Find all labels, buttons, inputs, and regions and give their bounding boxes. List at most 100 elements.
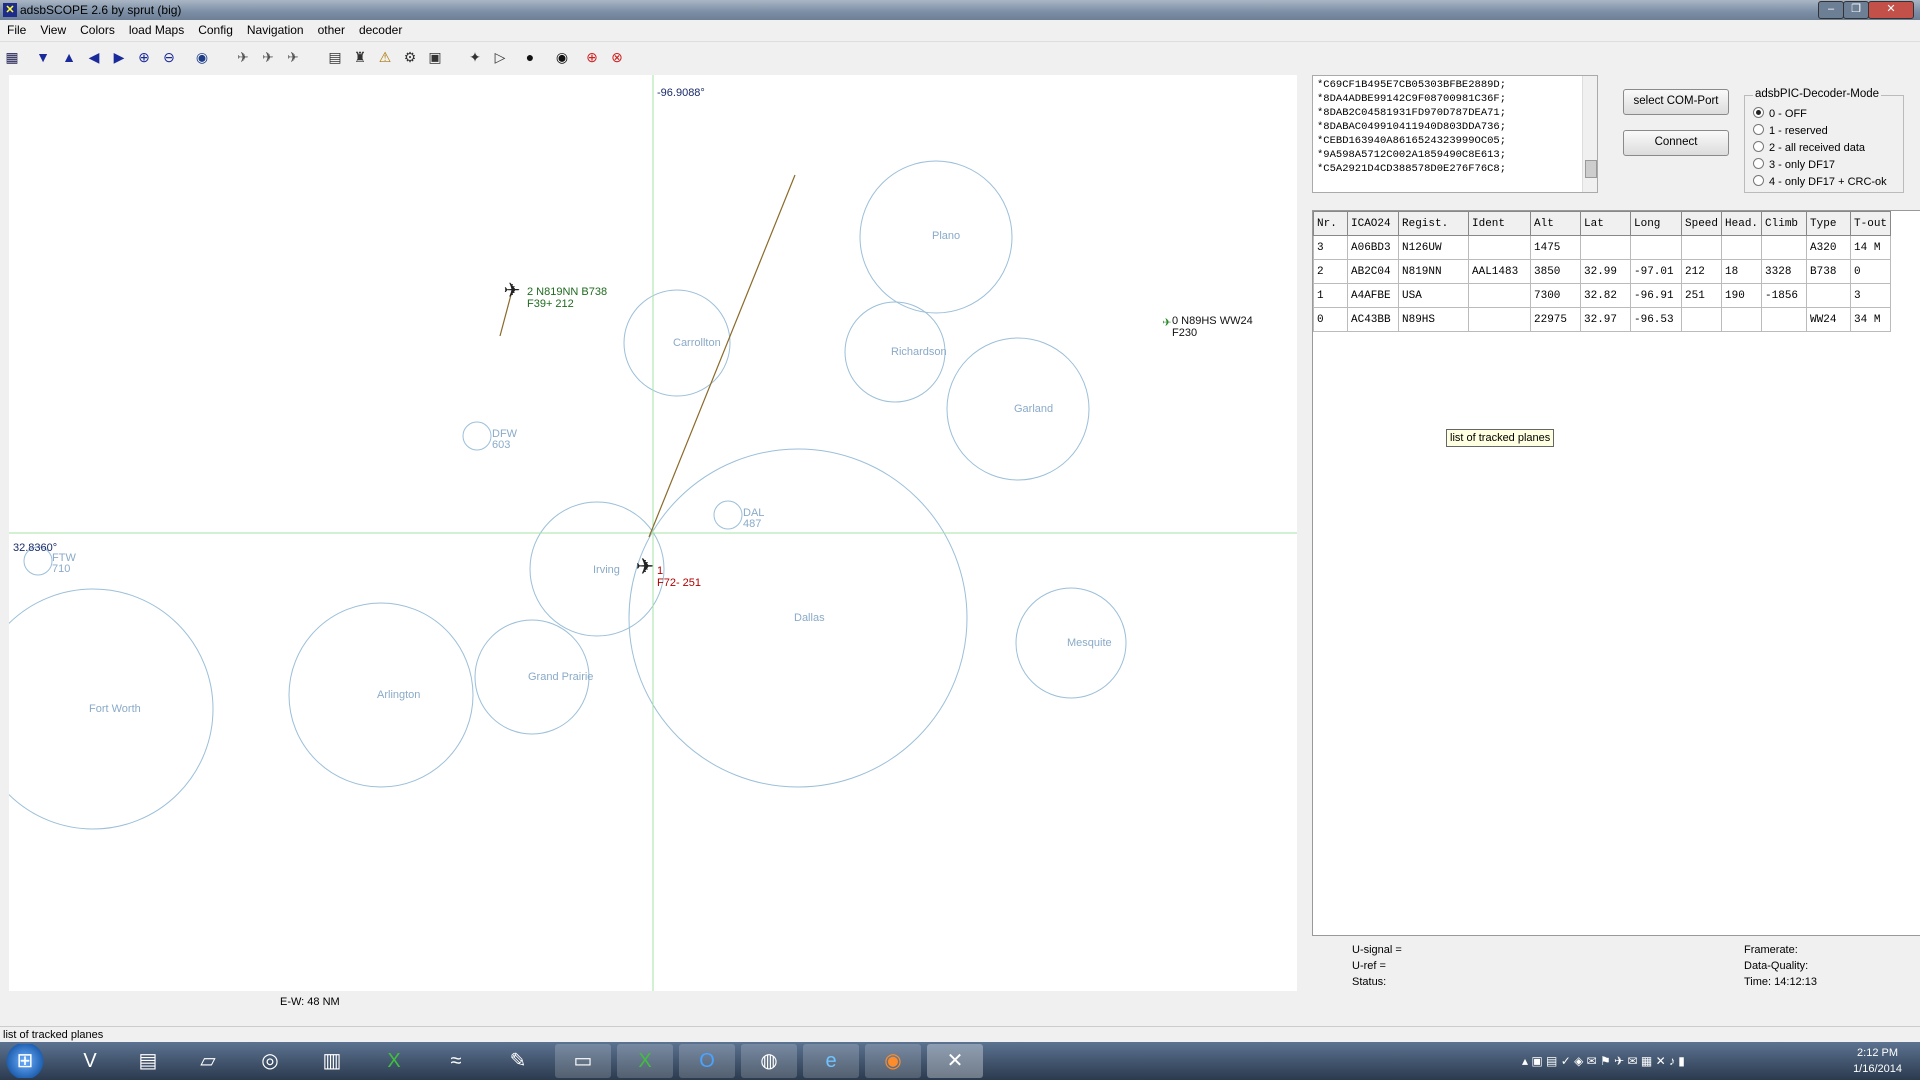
menu-other[interactable]: other: [311, 20, 352, 39]
table-icon[interactable]: ▦: [2, 47, 22, 67]
zoom-out-icon[interactable]: ⊖: [159, 47, 179, 67]
plane-2-label[interactable]: 2 N819NN B738 F39+ 212: [527, 286, 607, 310]
select-com-port-button[interactable]: select COM-Port: [1623, 89, 1729, 115]
airport-circle-dal: [713, 500, 743, 530]
planes-label-icon[interactable]: ✈: [283, 47, 303, 67]
maximize-button[interactable]: ❐: [1843, 1, 1869, 19]
column-header[interactable]: Nr.: [1313, 211, 1348, 236]
table-cell: [1468, 307, 1531, 332]
table-cell: N819NN: [1398, 259, 1469, 284]
feather-app-icon[interactable]: ✎: [490, 1044, 546, 1078]
network-tool-icon[interactable]: ◍: [741, 1044, 797, 1078]
start-button[interactable]: ⊞: [0, 1044, 50, 1078]
media-app-icon[interactable]: ◎: [242, 1044, 298, 1078]
scrollbar-thumb[interactable]: [1585, 160, 1597, 178]
arrow-down-icon[interactable]: ▼: [33, 47, 53, 67]
tray-icons[interactable]: ▴ ▣ ▤ ✓ ◈ ✉ ⚑ ✈ ✉ ▦ ✕ ♪ ▮: [1522, 1054, 1685, 1068]
menu-load-maps[interactable]: load Maps: [122, 20, 191, 39]
raw-message-log[interactable]: *C69CF1B495E7CB05303BFBE2889D; *8DA4ADBE…: [1312, 75, 1598, 193]
radar-map[interactable]: ✈ ✈ ✈ -96.9088° 32.8360° Plano Carrollto…: [9, 75, 1297, 991]
window-app-icon[interactable]: ▥: [304, 1044, 360, 1078]
decoder-mode-legend: adsbPIC-Decoder-Mode: [1753, 88, 1882, 100]
table-cell: [1721, 307, 1763, 332]
column-header[interactable]: Alt: [1530, 211, 1581, 236]
column-header[interactable]: Long: [1630, 211, 1682, 236]
column-header[interactable]: T-out: [1850, 211, 1892, 236]
menu-decoder[interactable]: decoder: [352, 20, 409, 39]
column-header[interactable]: Regist.: [1398, 211, 1469, 236]
table-cell: 0: [1313, 307, 1348, 332]
tracked-planes-table[interactable]: Nr. ICAO24 Regist. Ident Alt Lat Long Sp…: [1312, 210, 1920, 936]
plane-0-label[interactable]: 0 N89HS WW24 F230: [1172, 315, 1253, 339]
excel-window-icon[interactable]: X: [617, 1044, 673, 1078]
menu-file[interactable]: File: [0, 20, 33, 39]
map-canvas: ✈ ✈ ✈: [9, 75, 1297, 991]
internet-explorer-icon[interactable]: e: [803, 1044, 859, 1078]
table-row[interactable]: 0 AC43BB N89HS 22975 32.97 -96.53 WW24 34 M: [1313, 307, 1892, 332]
planes-filter-icon[interactable]: ✈: [258, 47, 278, 67]
network-app-icon[interactable]: ▤: [120, 1044, 176, 1078]
close-button[interactable]: ✕: [1868, 1, 1914, 19]
decoder-mode-option-0[interactable]: 0 - OFF: [1753, 107, 1807, 120]
monitor-icon[interactable]: ▣: [425, 47, 445, 67]
column-header[interactable]: Climb: [1761, 211, 1808, 236]
globe-icon[interactable]: ◉: [192, 47, 212, 67]
arrow-left-icon[interactable]: ◀: [84, 47, 104, 67]
decoder-mode-option-2[interactable]: 2 - all received data: [1753, 141, 1865, 154]
column-header[interactable]: Head.: [1721, 211, 1763, 236]
airport-elevation: 710: [52, 563, 71, 575]
column-header[interactable]: Type: [1806, 211, 1852, 236]
notes-app-icon[interactable]: ▱: [180, 1044, 236, 1078]
warning-icon[interactable]: ⚠: [375, 47, 395, 67]
crosshair-icon[interactable]: ⊗: [607, 47, 627, 67]
menu-view[interactable]: View: [33, 20, 73, 39]
table-row[interactable]: 1 A4AFBE USA 7300 32.82 -96.91 251 190 -1856 3: [1313, 283, 1892, 308]
plane-1-label[interactable]: 1 F72- 251: [657, 565, 701, 589]
table-cell: 1: [1313, 283, 1348, 308]
menu-colors[interactable]: Colors: [73, 20, 122, 39]
arrow-right-icon[interactable]: ▶: [109, 47, 129, 67]
clock-date: 1/16/2014: [1853, 1063, 1902, 1075]
adsbscope-task-icon[interactable]: ✕: [927, 1044, 983, 1078]
status-panel: U-signal = U-ref = Status: Framerate: Da…: [1312, 936, 1920, 992]
plane-label-line2: F72- 251: [657, 577, 702, 589]
menu-config[interactable]: Config: [191, 20, 240, 39]
minimize-button[interactable]: –: [1818, 1, 1844, 19]
firefox-icon[interactable]: ◉: [865, 1044, 921, 1078]
tower-icon[interactable]: ♜: [350, 47, 370, 67]
settings-icon[interactable]: ⚙: [400, 47, 420, 67]
excel-icon[interactable]: X: [366, 1044, 422, 1078]
decoder-mode-option-4[interactable]: 4 - only DF17 + CRC-ok: [1753, 175, 1887, 188]
dolphin-app-icon[interactable]: ≈: [428, 1044, 484, 1078]
outlook-icon[interactable]: O: [679, 1044, 735, 1078]
file-explorer-icon[interactable]: ▭: [555, 1044, 611, 1078]
planes-group-icon[interactable]: ✈: [233, 47, 253, 67]
arrow-up-icon[interactable]: ▲: [59, 47, 79, 67]
zoom-in-icon[interactable]: ⊕: [134, 47, 154, 67]
menu-bar: File View Colors load Maps Config Navigation o…: [0, 20, 1920, 42]
table-cell: [1680, 235, 1723, 260]
column-header[interactable]: ICAO24: [1347, 211, 1399, 236]
table-row[interactable]: 2 AB2C04 N819NN AAL1483 3850 32.99 -97.01 212 18…: [1313, 259, 1892, 284]
system-clock[interactable]: 2:12 PM 1/16/2014: [1853, 1045, 1902, 1077]
column-header[interactable]: Speed: [1680, 211, 1723, 236]
decoder-mode-option-1[interactable]: 1 - reserved: [1753, 124, 1828, 137]
planes-table: Nr. ICAO24 Regist. Ident Alt Lat Long Sp…: [1313, 211, 1892, 332]
play-icon[interactable]: ▷: [490, 47, 510, 67]
satellite-icon[interactable]: ✦: [465, 47, 485, 67]
connect-button[interactable]: Connect: [1623, 130, 1729, 156]
record-icon[interactable]: ●: [520, 47, 540, 67]
log-scrollbar[interactable]: [1582, 76, 1597, 192]
table-cell: AAL1483: [1468, 259, 1531, 284]
column-header[interactable]: Ident: [1468, 211, 1531, 236]
target-icon[interactable]: ⊕: [582, 47, 602, 67]
column-header[interactable]: Lat: [1580, 211, 1631, 236]
table-row[interactable]: 3 A06BD3 N126UW 1475 A320 14 M: [1313, 235, 1892, 260]
menu-navigation[interactable]: Navigation: [240, 20, 311, 39]
decoder-mode-option-3[interactable]: 3 - only DF17: [1753, 158, 1835, 171]
longitude-label: -96.9088°: [657, 87, 705, 99]
vectorcast-icon[interactable]: V: [62, 1044, 118, 1078]
chart-icon[interactable]: ▤: [325, 47, 345, 67]
table-cell: N126UW: [1398, 235, 1469, 260]
stop-icon[interactable]: ◉: [552, 47, 572, 67]
